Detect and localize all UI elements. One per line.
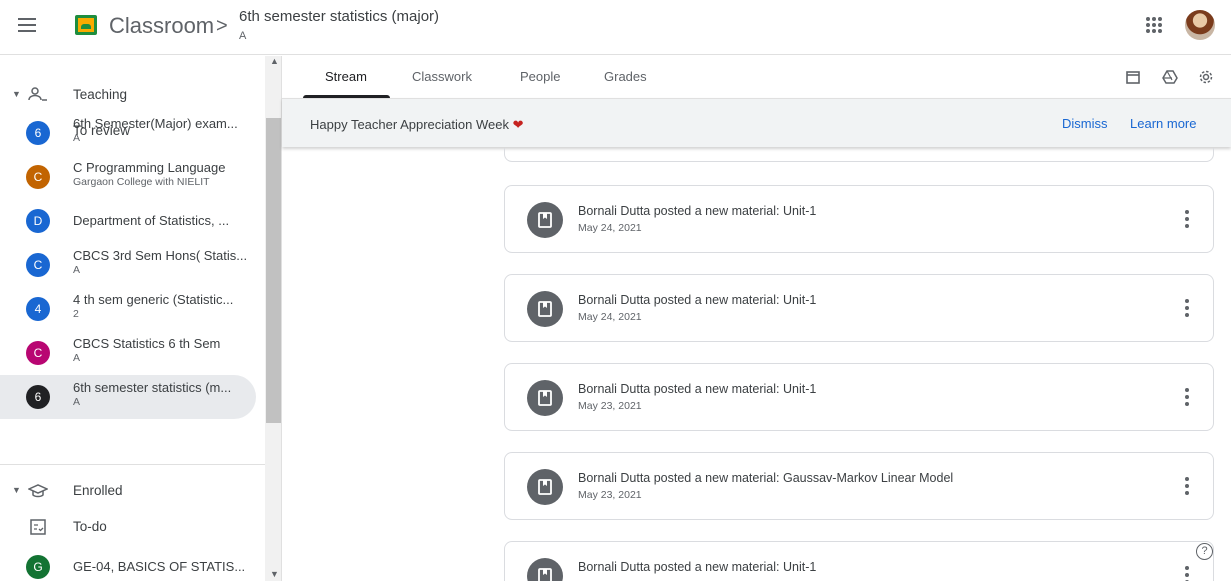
more-options-icon[interactable] bbox=[1185, 477, 1189, 495]
learn-more-link[interactable]: Learn more bbox=[1130, 116, 1196, 131]
top-app-bar: Classroom > 6th semester statistics (maj… bbox=[0, 0, 1231, 55]
material-post-icon bbox=[527, 469, 563, 505]
post-card-partial[interactable] bbox=[504, 148, 1214, 162]
caret-down-icon[interactable]: ▼ bbox=[12, 89, 21, 99]
sidebar-item-label: Teaching bbox=[73, 87, 128, 102]
sidebar-class-item[interactable]: 4 4 th sem generic (Statistic... 2 bbox=[0, 287, 256, 331]
class-initial-avatar: G bbox=[26, 555, 50, 579]
sidebar-scrollbar-thumb[interactable] bbox=[266, 118, 281, 423]
class-initial-avatar: C bbox=[26, 341, 50, 365]
post-card[interactable]: Bornali Dutta posted a new material: Uni… bbox=[504, 541, 1214, 581]
sidebar-divider bbox=[0, 464, 266, 465]
class-subtitle: A bbox=[73, 396, 81, 408]
class-title: 6th semester statistics (major) bbox=[239, 8, 440, 25]
class-title: GE-04, BASICS OF STATIS... bbox=[73, 559, 246, 574]
class-title: CBCS Statistics 6 th Sem bbox=[73, 336, 221, 351]
sidebar-item-class-ge04[interactable]: G GE-04, BASICS OF STATIS... bbox=[0, 545, 256, 581]
caret-down-icon[interactable]: ▼ bbox=[12, 485, 21, 495]
scroll-up-icon[interactable]: ▲ bbox=[270, 56, 279, 66]
class-subtitle: A bbox=[73, 132, 81, 144]
class-initial-avatar: C bbox=[26, 165, 50, 189]
class-initial-avatar: 6 bbox=[26, 385, 50, 409]
post-card[interactable]: Bornali Dutta posted a new material: Uni… bbox=[504, 363, 1214, 431]
help-icon[interactable]: ? bbox=[1196, 543, 1213, 560]
sidebar-item-label: Enrolled bbox=[73, 483, 123, 498]
tab-classwork[interactable]: Classwork bbox=[412, 69, 472, 84]
post-title: Bornali Dutta posted a new material: Uni… bbox=[578, 204, 817, 218]
sidebar-item-todo[interactable]: To-do bbox=[0, 505, 256, 549]
class-title: 6th Semester(Major) exam... bbox=[73, 116, 238, 131]
post-date: May 23, 2021 bbox=[578, 400, 642, 412]
class-section: A bbox=[239, 30, 247, 42]
material-post-icon bbox=[527, 291, 563, 327]
appreciation-banner: Happy Teacher Appreciation Week ❤ Dismis… bbox=[282, 98, 1231, 147]
sidebar-class-item[interactable]: 6 6th Semester(Major) exam... A bbox=[0, 111, 256, 155]
class-title: C Programming Language bbox=[73, 160, 226, 175]
class-subtitle: A bbox=[73, 264, 81, 276]
class-title: 4 th sem generic (Statistic... bbox=[73, 292, 234, 307]
class-title: CBCS 3rd Sem Hons( Statis... bbox=[73, 248, 248, 263]
breadcrumb-separator: > bbox=[216, 15, 228, 37]
apps-grid-icon[interactable] bbox=[1146, 17, 1162, 33]
banner-text: Happy Teacher Appreciation Week ❤ bbox=[310, 117, 524, 133]
post-card[interactable]: Bornali Dutta posted a new material: Gau… bbox=[504, 452, 1214, 520]
settings-gear-icon[interactable] bbox=[1198, 69, 1214, 85]
material-post-icon bbox=[527, 380, 563, 416]
class-initial-avatar: 6 bbox=[26, 121, 50, 145]
more-options-icon[interactable] bbox=[1185, 210, 1189, 228]
banner-message: Happy Teacher Appreciation Week bbox=[310, 117, 509, 132]
class-subtitle: A bbox=[73, 352, 81, 364]
tab-people[interactable]: People bbox=[520, 69, 560, 84]
app-name[interactable]: Classroom bbox=[109, 13, 214, 39]
sidebar-item-label: To-do bbox=[73, 519, 107, 534]
heart-icon: ❤ bbox=[512, 117, 524, 132]
sidebar-class-item[interactable]: C CBCS Statistics 6 th Sem A bbox=[0, 331, 256, 375]
main-menu-icon[interactable] bbox=[18, 18, 36, 32]
sidebar-class-item[interactable]: C CBCS 3rd Sem Hons( Statis... A bbox=[0, 243, 256, 287]
stream-feed: Bornali Dutta posted a new material: Uni… bbox=[282, 148, 1231, 581]
class-title: 6th semester statistics (m... bbox=[73, 380, 232, 395]
graduation-cap-icon bbox=[27, 481, 49, 501]
class-title: Department of Statistics, ... bbox=[73, 213, 230, 228]
material-post-icon bbox=[527, 202, 563, 238]
post-date: May 24, 2021 bbox=[578, 222, 642, 234]
sidebar-class-item[interactable]: 6 6th semester statistics (m... A bbox=[0, 375, 256, 419]
classroom-logo-icon[interactable] bbox=[75, 15, 97, 35]
post-card[interactable]: Bornali Dutta posted a new material: Uni… bbox=[504, 185, 1214, 253]
drive-icon[interactable] bbox=[1162, 69, 1178, 85]
more-options-icon[interactable] bbox=[1185, 566, 1189, 581]
post-title: Bornali Dutta posted a new material: Uni… bbox=[578, 293, 817, 307]
people-icon bbox=[28, 85, 48, 105]
calendar-icon[interactable] bbox=[1125, 69, 1141, 85]
class-initial-avatar: D bbox=[26, 209, 50, 233]
dismiss-button[interactable]: Dismiss bbox=[1062, 116, 1108, 131]
user-avatar[interactable] bbox=[1185, 10, 1215, 40]
post-date: May 23, 2021 bbox=[578, 489, 642, 501]
post-title: Bornali Dutta posted a new material: Gau… bbox=[578, 471, 954, 485]
scroll-down-icon[interactable]: ▼ bbox=[270, 569, 279, 579]
post-card[interactable]: Bornali Dutta posted a new material: Uni… bbox=[504, 274, 1214, 342]
class-initial-avatar: 4 bbox=[26, 297, 50, 321]
class-subtitle: Gargaon College with NIELIT bbox=[73, 176, 210, 188]
class-subtitle: 2 bbox=[73, 308, 79, 320]
tab-stream[interactable]: Stream bbox=[325, 69, 367, 84]
checklist-icon bbox=[28, 517, 48, 537]
more-options-icon[interactable] bbox=[1185, 299, 1189, 317]
post-title: Bornali Dutta posted a new material: Uni… bbox=[578, 382, 817, 396]
material-post-icon bbox=[527, 558, 563, 581]
tab-grades[interactable]: Grades bbox=[604, 69, 647, 84]
sidebar-class-item[interactable]: D Department of Statistics, ... bbox=[0, 199, 256, 243]
class-initial-avatar: C bbox=[26, 253, 50, 277]
more-options-icon[interactable] bbox=[1185, 388, 1189, 406]
post-date: May 24, 2021 bbox=[578, 311, 642, 323]
class-tabs: Stream Classwork People Grades bbox=[282, 56, 1231, 98]
sidebar: ▼ Teaching To review 6 6th Semester(Major… bbox=[0, 56, 282, 581]
post-title: Bornali Dutta posted a new material: Uni… bbox=[578, 560, 817, 574]
sidebar-class-item[interactable]: C C Programming Language Gargaon College w… bbox=[0, 155, 256, 199]
